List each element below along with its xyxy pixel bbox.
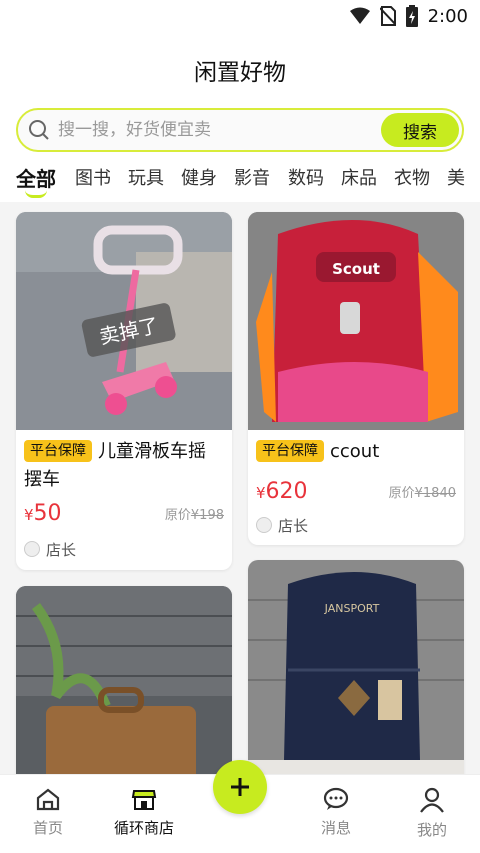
product-card[interactable]: Scout 平台保障 ccout ¥620 原价¥1840 店长 [248, 212, 464, 545]
nav-store[interactable]: 循环商店 [96, 787, 192, 838]
product-title: 平台保障 ccout [248, 438, 464, 466]
seller-name: 店长 [46, 540, 77, 559]
product-card[interactable]: 卖掉了 平台保障 儿童滑板车摇 摆车 ¥50 原价¥198 店长 [16, 212, 232, 570]
tab-books[interactable]: 图书 [75, 164, 111, 190]
no-sim-icon [379, 6, 396, 26]
product-price: ¥620 [256, 479, 308, 504]
original-price: 原价¥1840 [388, 486, 456, 501]
avatar [24, 541, 40, 557]
status-bar: 2:00 [0, 0, 480, 34]
price-row: ¥620 原价¥1840 [256, 474, 456, 504]
category-tabs: 全部 图书 玩具 健身 影音 数码 床品 衣物 美 [0, 154, 480, 202]
product-image: 卖掉了 [16, 212, 232, 430]
tab-beauty[interactable]: 美 [447, 164, 465, 190]
tab-digital[interactable]: 数码 [288, 164, 324, 190]
nav-profile[interactable]: 我的 [384, 787, 480, 840]
plus-icon [231, 778, 249, 796]
product-image: Scout [248, 212, 464, 430]
product-title: 平台保障 儿童滑板车摇 [16, 438, 232, 466]
title-bar: 闲置好物 [0, 34, 480, 106]
bag-brand-text: Scout [332, 260, 380, 278]
product-info: 平台保障 ccout [248, 438, 464, 466]
tab-all[interactable]: 全部 [16, 163, 56, 192]
product-image [16, 586, 232, 774]
product-title-cont: 摆车 [24, 469, 60, 490]
search-bar: 搜索 [0, 106, 480, 154]
product-info: 平台保障 儿童滑板车摇 摆车 [16, 438, 232, 494]
tab-clothing[interactable]: 衣物 [394, 164, 430, 190]
product-card[interactable]: JANSPORT [248, 560, 464, 774]
home-icon [36, 788, 60, 811]
search-button[interactable]: 搜索 [381, 113, 459, 147]
message-icon [323, 787, 349, 810]
page-title: 闲置好物 [194, 60, 286, 86]
profile-icon [420, 787, 444, 813]
tab-toys[interactable]: 玩具 [128, 164, 164, 190]
tab-fitness[interactable]: 健身 [181, 164, 217, 190]
guarantee-badge: 平台保障 [256, 440, 324, 462]
guarantee-badge: 平台保障 [24, 440, 92, 462]
battery-icon [405, 5, 418, 27]
product-feed: 卖掉了 平台保障 儿童滑板车摇 摆车 ¥50 原价¥198 店长 Scout 平… [0, 202, 480, 774]
price-row: ¥50 原价¥198 [24, 496, 224, 526]
avatar [256, 517, 272, 533]
nav-messages[interactable]: 消息 [288, 787, 384, 838]
nav-home[interactable]: 首页 [0, 787, 96, 838]
store-icon [131, 790, 157, 810]
search-icon [29, 120, 49, 140]
product-image: JANSPORT [248, 560, 464, 774]
tab-media[interactable]: 影音 [234, 164, 270, 190]
original-price: 原价¥198 [164, 508, 224, 523]
product-price: ¥50 [24, 501, 62, 526]
search-box[interactable]: 搜索 [16, 108, 464, 152]
seller: 店长 [256, 514, 308, 536]
product-card[interactable] [16, 586, 232, 774]
wifi-icon [349, 7, 370, 24]
seller: 店长 [24, 538, 76, 560]
tab-bedding[interactable]: 床品 [341, 164, 377, 190]
bag-brand-text: JANSPORT [324, 602, 380, 615]
status-time: 2:00 [427, 5, 468, 27]
seller-name: 店长 [278, 516, 309, 535]
tab-indicator [25, 190, 47, 198]
add-listing-button[interactable] [213, 760, 267, 814]
search-input[interactable] [58, 110, 378, 150]
